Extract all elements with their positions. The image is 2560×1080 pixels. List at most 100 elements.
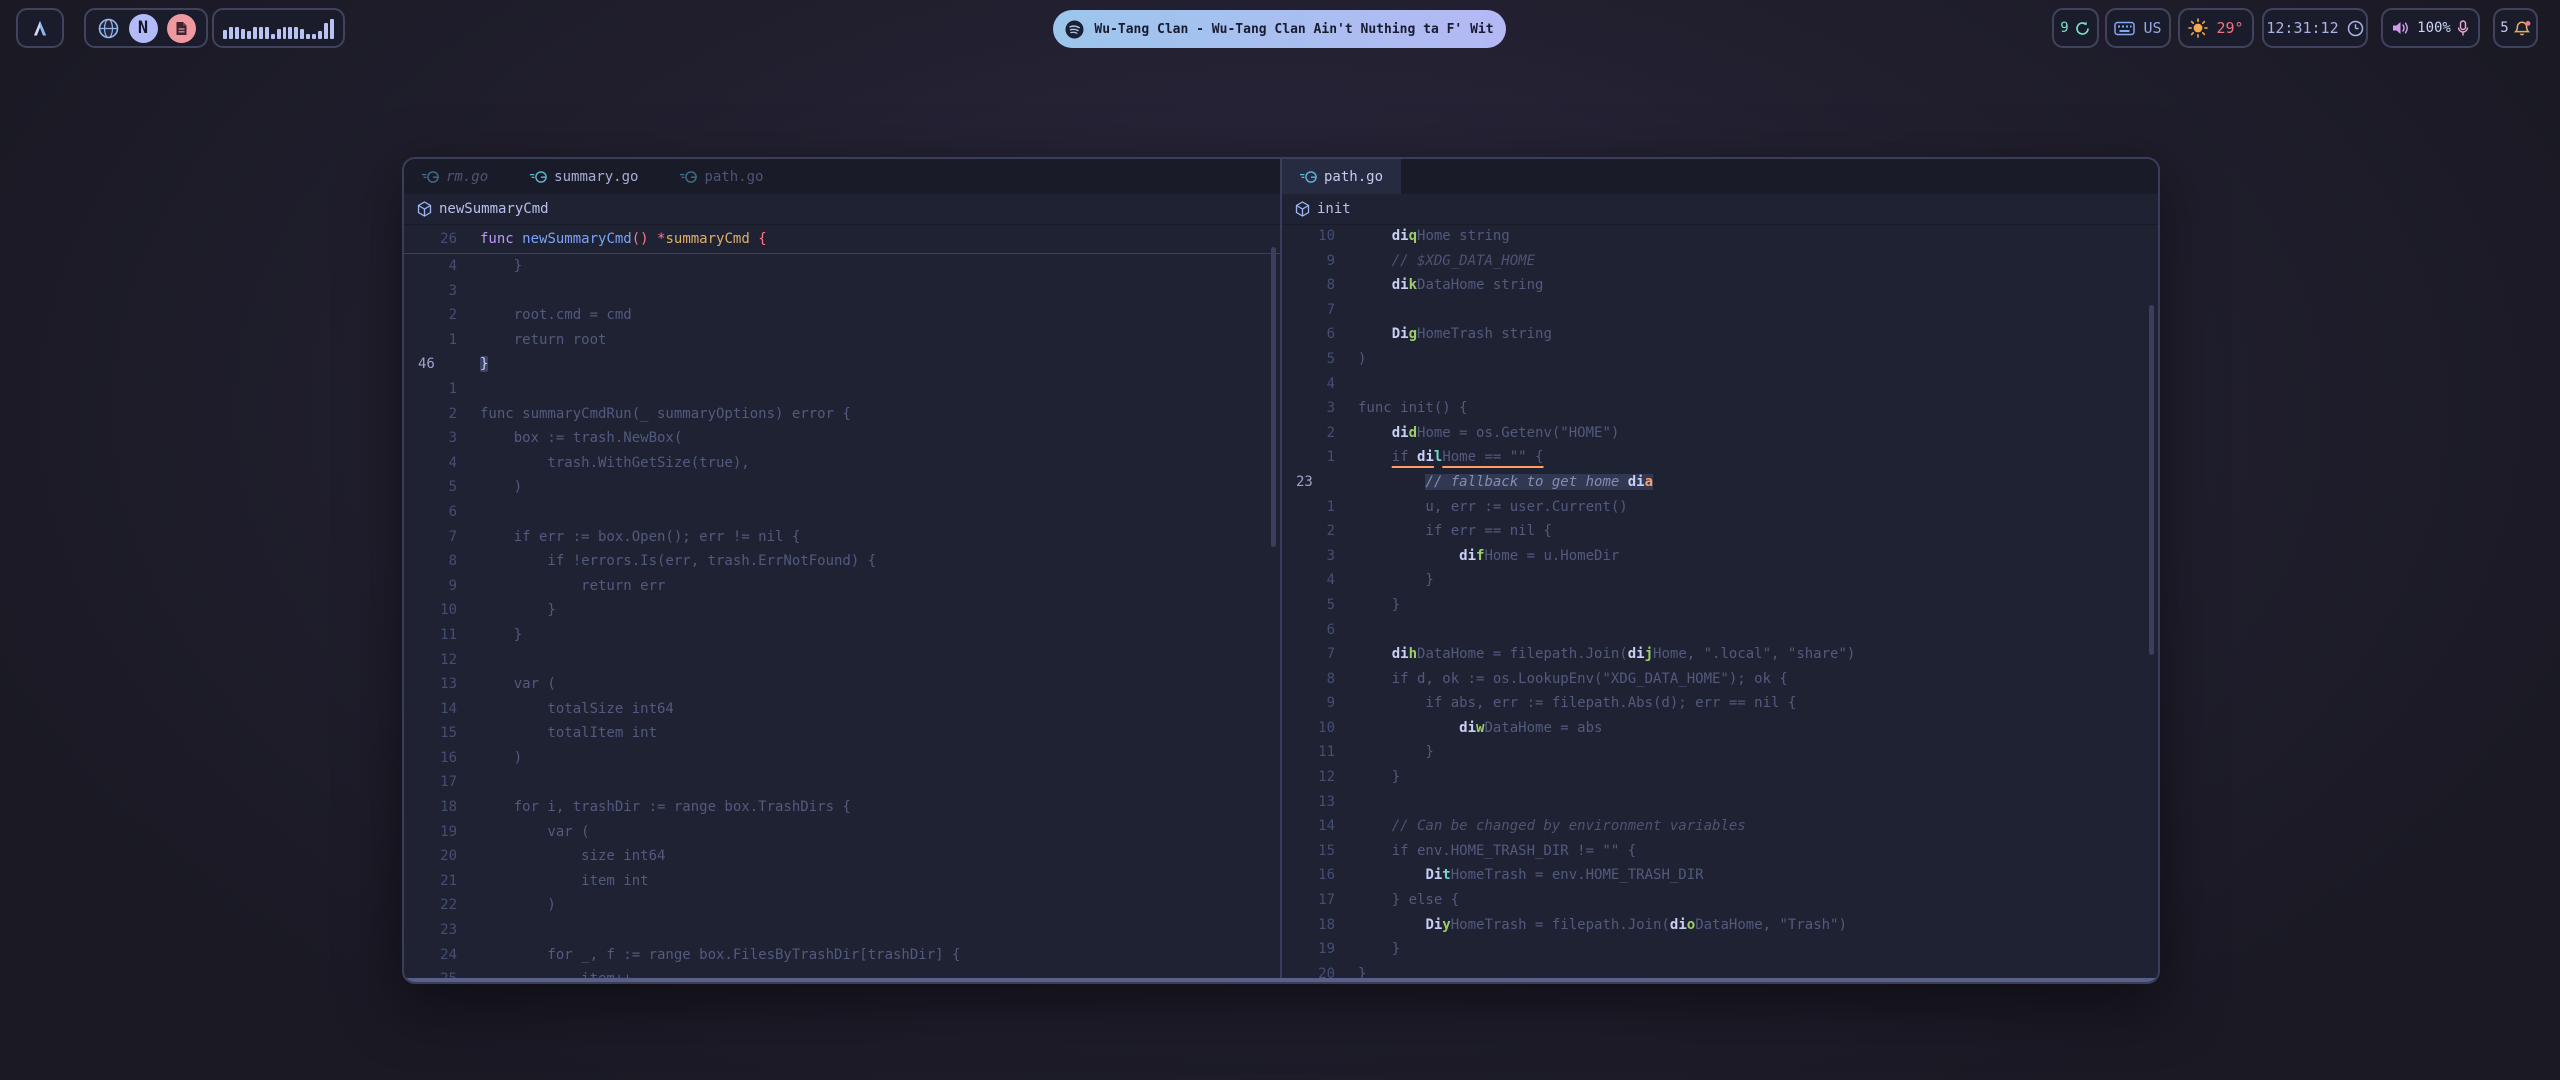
- code-line: 18 for i, trashDir := range box.TrashDir…: [404, 795, 1280, 820]
- code-line: 10 diwDataHome = abs: [1282, 716, 2158, 741]
- line-number: 2: [1282, 519, 1335, 544]
- dock-app-documents[interactable]: [167, 14, 196, 43]
- visualizer-bar: [223, 30, 227, 39]
- line-number: 4: [1282, 568, 1335, 593]
- code-text: }: [1335, 740, 1434, 765]
- code-line: 1 if dilHome == "" {: [1282, 445, 2158, 470]
- neovim-icon: N: [138, 18, 148, 38]
- weather-widget[interactable]: 29°: [2178, 8, 2254, 48]
- visualizer-bar: [324, 23, 328, 39]
- code-text: size int64: [457, 844, 665, 869]
- tab-rm-go[interactable]: rm.go: [414, 159, 496, 194]
- volume-widget[interactable]: 100%: [2381, 8, 2480, 48]
- volume-level: 100%: [2417, 20, 2451, 36]
- code-line: 25 item++: [404, 967, 1280, 978]
- code-text: item++: [457, 967, 632, 978]
- globe-icon: [97, 17, 120, 40]
- visualizer-bar: [283, 27, 287, 39]
- line-number: 23: [404, 918, 457, 943]
- line-number: 15: [1282, 839, 1335, 864]
- line-number: 8: [404, 549, 457, 574]
- code-text: if err == nil {: [1335, 519, 1552, 544]
- dock-app-browser[interactable]: [97, 17, 120, 40]
- code-text: [1335, 298, 1358, 323]
- code-text: dikDataHome string: [1335, 273, 1543, 298]
- keyboard-layout-widget[interactable]: US: [2105, 8, 2171, 48]
- code-text: ): [457, 893, 556, 918]
- line-number: 3: [404, 426, 457, 451]
- clock-widget[interactable]: 12:31:12: [2262, 8, 2368, 48]
- clock-icon: [2347, 20, 2364, 37]
- scrollbar-thumb[interactable]: [1271, 247, 1276, 547]
- code-text: totalItem int: [457, 721, 657, 746]
- visualizer-bar: [288, 27, 292, 39]
- code-text: func init() {: [1335, 396, 1468, 421]
- notifications-widget[interactable]: 5: [2493, 8, 2538, 48]
- line-number: 4: [404, 451, 457, 476]
- code-line: 10 }: [404, 598, 1280, 623]
- code-line: 4 }: [404, 254, 1280, 279]
- context-line: 26 func newSummaryCmd() *summaryCmd {: [404, 224, 1280, 254]
- context-code: func newSummaryCmd() *summaryCmd {: [457, 224, 767, 254]
- code-text: [457, 377, 480, 402]
- code-text: return root: [457, 328, 606, 353]
- code-text: func summaryCmdRun(_ summaryOptions) err…: [457, 402, 851, 427]
- dock: N: [84, 8, 208, 48]
- code-line: 9 // $XDG_DATA_HOME: [1282, 249, 2158, 274]
- updates-widget[interactable]: 9: [2052, 8, 2099, 48]
- speaker-icon: [2392, 20, 2411, 36]
- code-line: 3: [404, 279, 1280, 304]
- code-text: didHome = os.Getenv("HOME"): [1335, 421, 1619, 446]
- code-text: difHome = u.HomeDir: [1335, 544, 1619, 569]
- line-number: 10: [1282, 716, 1335, 741]
- code-line: 2 root.cmd = cmd: [404, 303, 1280, 328]
- code-line: 9 if abs, err := filepath.Abs(d); err ==…: [1282, 691, 2158, 716]
- code-text: [457, 918, 480, 943]
- breadcrumb: init: [1282, 194, 2158, 224]
- code-text: box := trash.NewBox(: [457, 426, 682, 451]
- visualizer-bar: [300, 29, 304, 39]
- code-area[interactable]: 4 }32 root.cmd = cmd1 return root46}12fu…: [404, 254, 1280, 978]
- line-number: 5: [1282, 347, 1335, 372]
- clock-time: 12:31:12: [2266, 19, 2338, 37]
- line-number: 12: [404, 648, 457, 673]
- scrollbar-thumb[interactable]: [2149, 305, 2154, 655]
- launcher-button[interactable]: [16, 8, 64, 48]
- visualizer-bar: [235, 27, 239, 39]
- line-number: 11: [404, 623, 457, 648]
- right-pane[interactable]: path.go init 10 diqHome string9 // $XDG_…: [1282, 159, 2158, 978]
- line-number: 26: [404, 224, 457, 254]
- code-line: 18 DiyHomeTrash = filepath.Join(dioDataH…: [1282, 913, 2158, 938]
- code-line: 7: [1282, 298, 2158, 323]
- visualizer-bar: [312, 34, 316, 39]
- desktop: { "colors":{ "accent_blue":"#7aa2f7","ac…: [0, 0, 2560, 1080]
- go-icon: [530, 170, 547, 184]
- breadcrumb: newSummaryCmd: [404, 194, 1280, 224]
- tab-summary-go[interactable]: summary.go: [522, 159, 646, 194]
- line-number: 15: [404, 721, 457, 746]
- code-line: 11 }: [404, 623, 1280, 648]
- code-text: if abs, err := filepath.Abs(d); err == n…: [1335, 691, 1796, 716]
- code-text: ): [457, 746, 522, 771]
- code-area[interactable]: 10 diqHome string9 // $XDG_DATA_HOME8 di…: [1282, 224, 2158, 978]
- line-number: 16: [1282, 863, 1335, 888]
- line-number: 8: [1282, 667, 1335, 692]
- tab-path-go[interactable]: path.go: [1282, 159, 1401, 194]
- code-line: 24 for _, f := range box.FilesByTrashDir…: [404, 943, 1280, 968]
- line-number: 8: [1282, 273, 1335, 298]
- now-playing-widget[interactable]: Wu-Tang Clan - Wu-Tang Clan Ain't Nuthin…: [1053, 10, 1506, 48]
- code-text: }: [1335, 593, 1400, 618]
- code-text: var (: [457, 820, 590, 845]
- editor-window: rm.go summary.go path.go newSummaryCmd 2…: [402, 157, 2160, 984]
- visualizer-bar: [253, 27, 257, 39]
- line-number: 13: [1282, 790, 1335, 815]
- code-text: // Can be changed by environment variabl…: [1335, 814, 1746, 839]
- line-number: 2: [404, 402, 457, 427]
- dock-app-neovim[interactable]: N: [129, 14, 158, 43]
- left-pane[interactable]: rm.go summary.go path.go newSummaryCmd 2…: [404, 159, 1280, 978]
- code-line: 5 ): [404, 475, 1280, 500]
- code-line: 13: [1282, 790, 2158, 815]
- code-line: 15 totalItem int: [404, 721, 1280, 746]
- tab-path-go[interactable]: path.go: [672, 159, 771, 194]
- visualizer-bar: [294, 27, 298, 39]
